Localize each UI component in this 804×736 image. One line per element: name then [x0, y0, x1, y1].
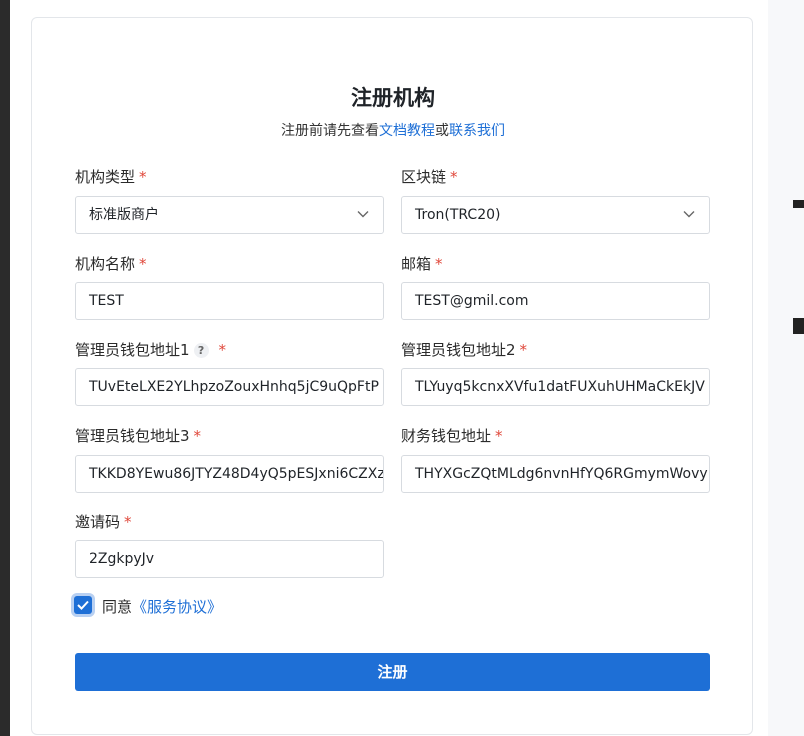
docs-link[interactable]: 文档教程 [379, 123, 435, 139]
chain-select[interactable]: Tron(TRC20) [401, 196, 710, 234]
chevron-down-icon [683, 211, 695, 218]
help-icon[interactable]: ? [193, 343, 209, 358]
page-title: 注册机构 [351, 86, 435, 110]
admin-wallet-1-label: 管理员钱包地址1? * [75, 341, 227, 359]
backdrop-left [0, 0, 10, 736]
service-agreement-link[interactable]: 《服务协议》 [132, 598, 222, 616]
agreement-text: 同意《服务协议》 [102, 596, 222, 617]
page-subtitle: 注册前请先查看文档教程或联系我们 [32, 120, 754, 140]
admin-wallet-3-label: 管理员钱包地址3 * [75, 427, 202, 445]
invite-code-label: 邀请码 * [75, 513, 132, 531]
org-name-input[interactable]: TEST [75, 282, 384, 320]
agreement-checkbox[interactable] [74, 596, 92, 614]
email-label: 邮箱 * [401, 255, 443, 273]
finance-wallet-label: 财务钱包地址 * [401, 427, 503, 445]
subtitle-or: 或 [435, 123, 449, 139]
required-mark: * [495, 427, 503, 445]
backdrop-band [793, 200, 804, 208]
admin-wallet-2-input[interactable]: TLYuyq5kcnxXVfu1datFUXuhUHMaCkEkJV [401, 368, 710, 406]
required-mark: * [193, 427, 202, 445]
register-button[interactable]: 注册 [75, 653, 710, 691]
finance-wallet-input[interactable]: THYXGcZQtMLdg6nvnHfYQ6RGmymWovy [401, 455, 710, 493]
required-mark: * [124, 513, 132, 531]
email-input[interactable]: TEST@gmil.com [401, 282, 710, 320]
register-card: 注册机构 注册前请先查看文档教程或联系我们 机构类型 * 标准版商户 区块链 * T… [31, 17, 753, 735]
subtitle-prefix: 注册前请先查看 [281, 123, 379, 139]
required-mark: * [435, 255, 443, 273]
backdrop-right [768, 0, 804, 736]
org-type-value: 标准版商户 [89, 207, 159, 223]
invite-code-input[interactable]: 2ZgkpyJv [75, 540, 384, 578]
check-icon [77, 600, 89, 610]
required-mark: * [519, 341, 528, 359]
required-mark: * [139, 255, 147, 273]
required-mark: * [139, 168, 147, 186]
required-mark: * [218, 341, 227, 359]
chain-label: 区块链 * [401, 168, 458, 186]
chevron-down-icon [357, 211, 369, 218]
contact-link[interactable]: 联系我们 [449, 123, 505, 139]
required-mark: * [450, 168, 458, 186]
admin-wallet-2-label: 管理员钱包地址2 * [401, 341, 528, 359]
agreement-prefix: 同意 [102, 598, 133, 616]
org-name-label: 机构名称 * [75, 255, 147, 273]
backdrop-band [793, 318, 804, 334]
chain-value: Tron(TRC20) [415, 207, 501, 223]
admin-wallet-1-input[interactable]: TUvEteLXE2YLhpzoZouxHnhq5jC9uQpFtP [75, 368, 384, 406]
admin-wallet-3-input[interactable]: TKKD8YEwu86JTYZ48D4yQ5pESJxni6CZXz [75, 455, 384, 493]
org-type-select[interactable]: 标准版商户 [75, 196, 384, 234]
org-type-label: 机构类型 * [75, 168, 147, 186]
